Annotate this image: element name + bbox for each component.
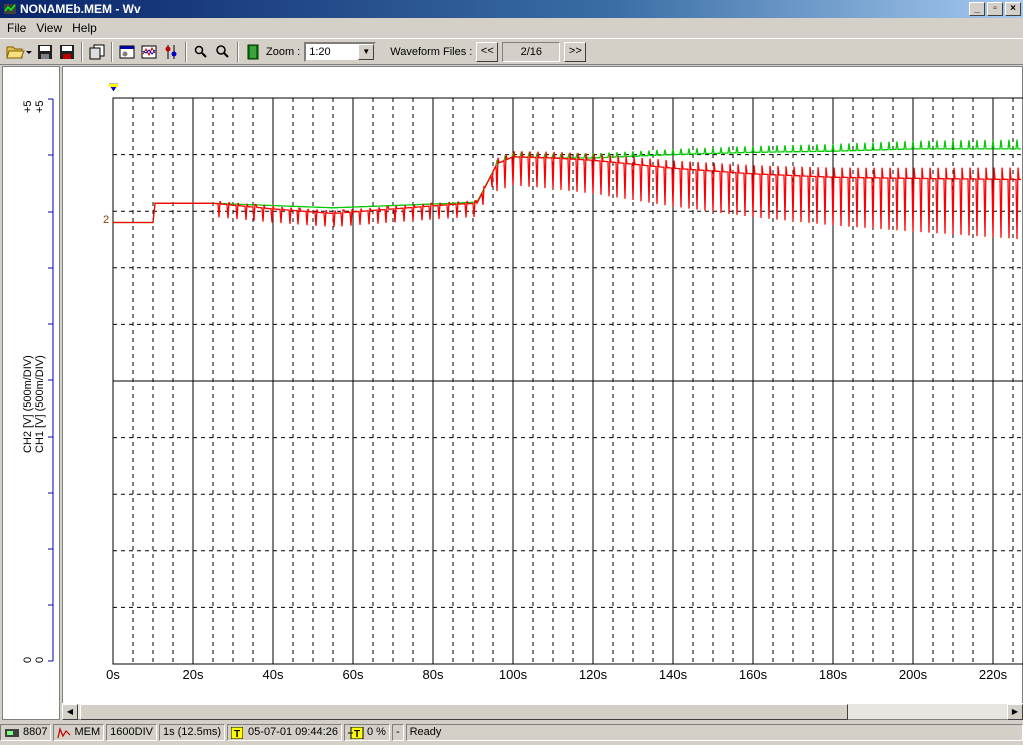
waveform-files-label: Waveform Files :	[390, 45, 473, 58]
svg-text:T: T	[234, 729, 240, 739]
waveform-icon	[141, 45, 157, 58]
toolbar-separator	[237, 41, 239, 62]
cursor-button[interactable]	[160, 41, 182, 63]
waveform-plot-panel[interactable]: 0s 20s 40s 60s 80s 100s 120s 140s 160s 180s 200s 22…	[62, 66, 1023, 720]
x-tick-label: 140s	[659, 667, 688, 682]
trigger-t-icon: T	[231, 726, 244, 739]
x-tick-label: 60s	[343, 667, 364, 682]
x-tick-label: 180s	[819, 667, 848, 682]
ch2-axis-label: CH2 [V] (500m/DIV)	[22, 355, 34, 453]
copy-button[interactable]	[86, 41, 108, 63]
chevron-down-icon[interactable]: ▼	[358, 43, 375, 60]
x-tick-label: 80s	[423, 667, 444, 682]
status-mode: MEM	[53, 724, 105, 741]
copy-pages-icon	[89, 44, 105, 59]
toolbar-separator	[81, 41, 83, 62]
zoom-value: 1:20	[309, 45, 331, 58]
magnifier-plus-icon	[194, 45, 207, 58]
close-button[interactable]: ×	[1005, 2, 1021, 16]
status-length: 1600DIV	[106, 724, 157, 741]
zoom-out-button[interactable]	[212, 41, 234, 63]
folder-open-icon	[6, 46, 32, 58]
save-button[interactable]	[34, 41, 56, 63]
settings-button[interactable]	[116, 41, 138, 63]
zoom-label: Zoom :	[266, 45, 301, 58]
next-file-button[interactable]: >>	[564, 41, 587, 62]
open-folder-button[interactable]	[4, 41, 34, 63]
waveform-view-button[interactable]	[138, 41, 160, 63]
scroll-left-button[interactable]: ◀	[62, 704, 78, 720]
ch1-bottom-value: 0	[34, 657, 46, 663]
magnifier-minus-icon	[216, 44, 229, 58]
mem-wave-icon	[57, 726, 71, 738]
door-exit-icon	[247, 44, 259, 59]
device-model: 8807	[23, 726, 48, 738]
title-bar: NONAMEb.MEM - Wv _ ▫ ×	[0, 0, 1023, 18]
x-tick-label: 160s	[739, 667, 768, 682]
floppy-red-icon	[60, 44, 74, 59]
trace-ch1	[113, 151, 1021, 240]
trace-ch2	[113, 139, 1021, 224]
menu-view[interactable]: View	[31, 21, 67, 35]
status-device: 8807	[0, 724, 52, 741]
ch2-bottom-value: 0	[22, 657, 34, 663]
ch1-axis-label: CH1 [V] (500m/DIV)	[34, 355, 46, 453]
floppy-icon	[38, 44, 52, 59]
x-tick-label: 100s	[499, 667, 528, 682]
x-tick-label: 40s	[263, 667, 284, 682]
menu-file[interactable]: File	[2, 21, 31, 35]
toolbar: Zoom : 1:20 ▼ Waveform Files : << 2/16 >…	[0, 38, 1023, 65]
exit-button[interactable]	[242, 41, 264, 63]
status-rate: 1s (12.5ms)	[158, 724, 226, 741]
scroll-thumb[interactable]	[80, 704, 848, 720]
horizontal-scrollbar[interactable]: ◀ ▶	[62, 703, 1023, 720]
status-bar: 8807 MEM 1600DIV 1s (12.5ms) T 05-07-01 …	[0, 722, 1023, 743]
main-window: NONAMEb.MEM - Wv _ ▫ × File View Help Zo…	[0, 0, 1023, 745]
channel-marker: 2	[103, 214, 109, 226]
window-title: NONAMEb.MEM - Wv	[20, 2, 141, 16]
previous-file-button[interactable]: <<	[476, 41, 499, 62]
pretrigger-value: 0 %	[366, 726, 386, 738]
zoom-select[interactable]: 1:20 ▼	[304, 41, 377, 62]
chart-grid	[112, 97, 1023, 665]
toolbar-separator	[111, 41, 113, 62]
settings-window-icon	[119, 45, 135, 58]
mode-value: MEM	[74, 726, 101, 738]
zoom-in-button[interactable]	[190, 41, 212, 63]
file-index-display: 2/16	[502, 41, 561, 62]
channel-axis-svg: +5 +5 CH2 [V] (500m/DIV) CH1 [V] (500m/D…	[22, 98, 54, 663]
svg-text:T: T	[354, 729, 360, 739]
status-dash: -	[391, 724, 404, 741]
waveform-chart[interactable]: 0s 20s 40s 60s 80s 100s 120s 140s 160s 180s 200s 22…	[63, 67, 1023, 703]
app-icon	[4, 4, 16, 14]
recorder-icon	[5, 728, 19, 737]
trigger-time-value: 05-07-01 09:44:26	[248, 726, 338, 738]
x-axis-ticks: 0s 20s 40s 60s 80s 100s 120s 140s 160s 180s 200s 22…	[106, 667, 1007, 682]
menu-help[interactable]: Help	[67, 21, 102, 35]
ch2-top-value: +5	[22, 100, 34, 113]
client-area: +5 +5 CH2 [V] (500m/DIV) CH1 [V] (500m/D…	[0, 66, 1023, 720]
pretrigger-icon: T	[347, 726, 364, 739]
status-message: Ready	[405, 724, 1023, 741]
x-tick-label: 200s	[899, 667, 928, 682]
maximize-button[interactable]: ▫	[987, 2, 1003, 16]
trigger-marker-bar	[109, 84, 118, 87]
x-tick-label: 120s	[579, 667, 608, 682]
x-tick-label: 0s	[106, 667, 120, 682]
scroll-right-button[interactable]: ▶	[1007, 704, 1023, 720]
ch1-top-value: +5	[34, 100, 46, 113]
channel-axis-panel: +5 +5 CH2 [V] (500m/DIV) CH1 [V] (500m/D…	[2, 66, 60, 720]
cursor-arrows-icon	[165, 44, 177, 59]
save-as-button[interactable]	[56, 41, 78, 63]
x-tick-label: 220s	[979, 667, 1008, 682]
status-trigger-time: T 05-07-01 09:44:26	[227, 724, 342, 741]
x-tick-label: 20s	[183, 667, 204, 682]
menu-bar: File View Help	[0, 19, 1023, 37]
status-pretrigger: T 0 %	[343, 724, 390, 741]
toolbar-separator	[185, 41, 187, 62]
minimize-button[interactable]: _	[969, 2, 985, 16]
